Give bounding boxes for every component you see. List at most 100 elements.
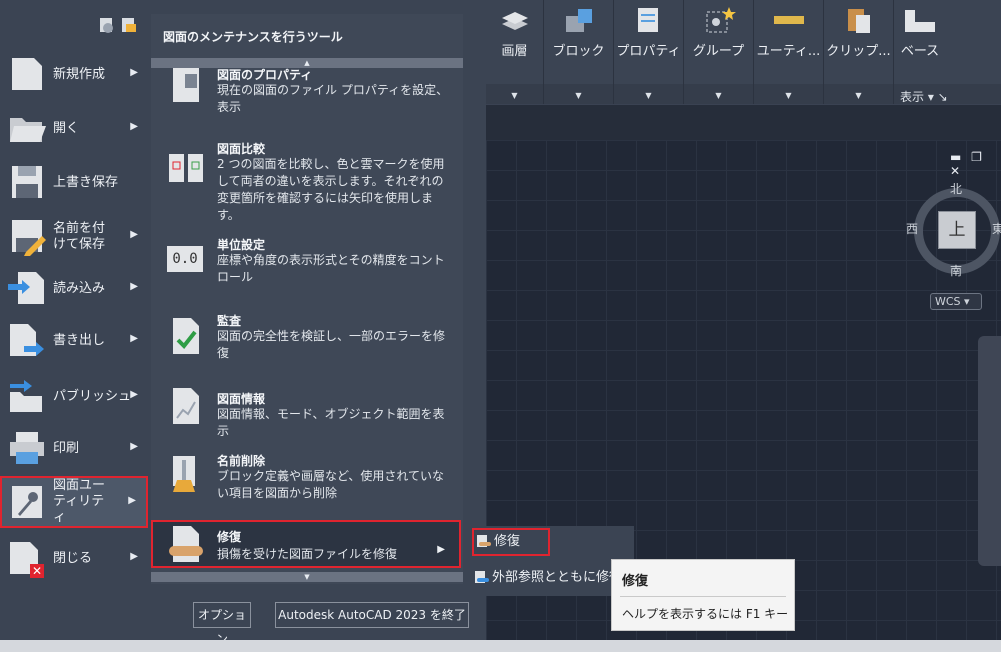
scroll-down-button[interactable]: ▼	[151, 572, 463, 582]
utility-description: 図面の完全性を検証し、一部のエラーを修復	[217, 329, 446, 360]
menu-save[interactable]: 上書き保存	[0, 156, 150, 210]
utility-title: 修復	[217, 530, 242, 544]
group-icon	[706, 7, 736, 33]
ribbon-label: ブロック	[552, 44, 605, 59]
drawing-utilities-panel: 図面のメンテナンスを行うツール ▲ 図面のプロパティ 現在の図面のファイル プロ…	[151, 14, 463, 584]
menu-import[interactable]: 読み込み ▶	[0, 262, 150, 316]
viewport-window-controls[interactable]: ▬ ❐ ✕	[950, 150, 1001, 178]
utility-units[interactable]: 0.0 単位設定 座標や角度の表示形式とその精度をコントロール	[151, 232, 463, 298]
ribbon-panel-title[interactable]: 表示 ▾ ↘	[900, 88, 948, 105]
exit-autocad-button[interactable]: Autodesk AutoCAD 2023 を終了	[275, 602, 469, 628]
ruler-icon	[773, 16, 804, 24]
units-icon: 0.0	[167, 246, 203, 272]
menu-label: 名前を付けて保存	[53, 221, 106, 252]
utility-drawing-properties[interactable]: 図面のプロパティ 現在の図面のファイル プロパティを設定、表示	[151, 68, 463, 126]
submenu-label: 外部参照とともに修復	[492, 570, 623, 585]
block-icon	[565, 9, 592, 32]
utility-purge[interactable]: 名前削除 ブロック定義や画層など、使用されていない項目を図面から削除	[151, 448, 463, 514]
utility-title: 単位設定	[217, 238, 266, 252]
menu-label: 新規作成	[53, 67, 106, 82]
utility-drawing-info[interactable]: 図面情報 図面情報、モード、オブジェクト範囲を表示	[151, 384, 463, 446]
base-icon	[905, 10, 935, 32]
ribbon-properties-button[interactable]: プロパティ ▼	[614, 0, 684, 104]
ribbon-clipboard-button[interactable]: クリップ... ▼	[824, 0, 894, 104]
ribbon-label: グループ	[692, 44, 745, 59]
utility-title: 図面情報	[217, 392, 266, 406]
save-icon	[12, 166, 42, 198]
ribbon-label: 画層	[501, 44, 528, 59]
save-as-icon	[12, 220, 46, 256]
utility-recover[interactable]: 修復 損傷を受けた図面ファイルを修復 ▶	[151, 520, 461, 568]
recover-xref-icon	[475, 571, 489, 583]
utility-title: 名前削除	[217, 454, 266, 468]
ribbon-label: ベース	[900, 44, 940, 59]
menu-close[interactable]: ✕ 閉じる ▶	[0, 532, 150, 586]
drawing-properties-icon	[173, 68, 199, 102]
menu-label: 図面ユーティリティ	[53, 478, 106, 525]
utility-title: 図面のプロパティ	[217, 68, 313, 82]
printer-icon	[10, 432, 44, 464]
utility-description: 図面情報、モード、オブジェクト範囲を表示	[217, 407, 445, 438]
clipboard-icon	[847, 9, 870, 33]
chevron-right-icon: ▶	[130, 229, 138, 240]
recover-bandage-icon	[169, 526, 203, 562]
utility-audit[interactable]: 監査 図面の完全性を検証し、一部のエラーを修復	[151, 308, 463, 374]
menu-save-as[interactable]: 名前を付けて保存 ▶	[0, 210, 150, 264]
utility-description: 2 つの図面を比較し、色と雲マークを使用して両者の違いを表示します。それぞれの変…	[217, 157, 445, 222]
export-icon	[10, 324, 44, 356]
tooltip-help-text: ヘルプを表示するには F1 キー	[622, 607, 789, 621]
recent-documents-icons[interactable]	[98, 14, 142, 36]
submenu-recover[interactable]: 修復	[472, 528, 550, 556]
menu-open[interactable]: 開く ▶	[0, 102, 150, 156]
menu-label: 上書き保存	[53, 175, 119, 190]
folder-icon	[10, 118, 46, 142]
chevron-right-icon: ▶	[130, 441, 138, 452]
chevron-down-icon: ▼	[785, 91, 792, 100]
purge-broom-icon	[173, 456, 195, 492]
chevron-down-icon: ▼	[511, 91, 518, 100]
utility-description: 損傷を受けた図面ファイルを修復	[217, 547, 398, 561]
audit-check-icon	[173, 318, 199, 354]
wrench-icon	[12, 486, 42, 518]
utility-title: 監査	[217, 314, 242, 328]
navigation-bar[interactable]	[978, 336, 1001, 566]
compass-east[interactable]: 東	[992, 220, 1001, 237]
utility-description: ブロック定義や画層など、使用されていない項目を図面から削除	[217, 469, 445, 500]
menu-new[interactable]: 新規作成 ▶	[0, 48, 150, 102]
publish-icon	[10, 380, 42, 412]
menu-label: 印刷	[53, 441, 80, 456]
compass-south[interactable]: 南	[950, 262, 962, 279]
menu-export[interactable]: 書き出し ▶	[0, 314, 150, 368]
viewcube-top-face[interactable]: 上	[938, 211, 976, 249]
import-icon	[8, 272, 44, 304]
drawing-info-icon	[173, 388, 199, 424]
ribbon-block-button[interactable]: ブロック ▼	[544, 0, 614, 104]
utility-drawing-compare[interactable]: 図面比較 2 つの図面を比較し、色と雲マークを使用して両者の違いを表示します。そ…	[151, 134, 463, 224]
layers-icon	[501, 12, 528, 30]
menu-drawing-utilities[interactable]: 図面ユーティリティ ▶	[0, 476, 148, 528]
compass-west[interactable]: 西	[906, 220, 918, 237]
submenu-label: 修復	[494, 534, 521, 549]
menu-publish[interactable]: パブリッシュ ▶	[0, 370, 150, 424]
tooltip: 修復 ヘルプを表示するには F1 キー	[611, 559, 795, 631]
submenu-recover-with-xrefs[interactable]: 外部参照とともに修復	[472, 564, 630, 592]
options-button[interactable]: オプション	[193, 602, 251, 646]
menu-label: 開く	[53, 121, 80, 136]
scroll-up-button[interactable]: ▲	[151, 58, 463, 68]
chevron-right-icon: ▶	[437, 544, 445, 555]
ribbon-group-button[interactable]: グループ ▼	[684, 0, 754, 104]
chevron-right-icon: ▶	[130, 281, 138, 292]
wcs-menu[interactable]: WCS ▾	[930, 293, 982, 310]
ribbon-label: プロパティ	[616, 44, 681, 59]
chevron-down-icon: ▼	[645, 91, 652, 100]
recover-icon	[477, 535, 491, 547]
chevron-right-icon: ▶	[130, 389, 138, 400]
panel-title: 図面のメンテナンスを行うツール	[163, 30, 343, 44]
file-tab-strip	[486, 104, 1001, 140]
compass-north[interactable]: 北	[950, 180, 962, 197]
menu-print[interactable]: 印刷 ▶	[0, 422, 150, 476]
ribbon-utility-button[interactable]: ユーティ... ▼	[754, 0, 824, 104]
command-line-strip	[0, 640, 1001, 652]
viewcube[interactable]: 上 北 南 西 東	[906, 182, 1001, 284]
ribbon-layer-button[interactable]: 画層 ▼	[486, 0, 544, 104]
